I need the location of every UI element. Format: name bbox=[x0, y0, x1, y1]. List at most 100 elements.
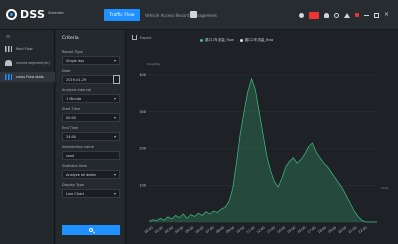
end-time-select[interactable]: 24:00 bbox=[62, 132, 120, 141]
x-tick-label: 04:00 bbox=[174, 226, 184, 235]
chart-icon bbox=[5, 74, 12, 80]
chevron-down-icon bbox=[114, 117, 116, 119]
nav-item-label: cross Flow stats bbox=[16, 75, 44, 79]
tab-traffic-flow[interactable]: Traffic Flow bbox=[104, 9, 140, 21]
criteria-panel: Criteria Report Type Single day Date 201… bbox=[56, 30, 126, 244]
close-icon[interactable]: × bbox=[384, 12, 390, 18]
gear-icon[interactable] bbox=[334, 12, 339, 18]
x-tick-label: 16:00 bbox=[297, 226, 307, 235]
statistics-select[interactable]: Analyze all dates bbox=[62, 170, 120, 179]
report-type-value: Single day bbox=[66, 58, 85, 63]
x-tick-label: 05:00 bbox=[185, 226, 195, 235]
app-edition: Sclientec bbox=[48, 10, 65, 15]
x-tick-label: 14:00 bbox=[276, 226, 286, 235]
x-tick-label: 20:00 bbox=[337, 226, 347, 235]
app-logo: DSS Sclientec bbox=[6, 8, 64, 21]
export-label: Export bbox=[140, 35, 152, 40]
tab-vehicle-access[interactable]: Vehicle Access Record Management bbox=[145, 9, 217, 21]
nav-item-label: record segment(m) bbox=[16, 61, 50, 65]
minimize-icon[interactable] bbox=[364, 14, 369, 16]
collapse-icon[interactable]: ≡ bbox=[6, 34, 10, 40]
x-tick-label: 02:00 bbox=[164, 226, 174, 235]
x-tick-label: 13:00 bbox=[266, 226, 276, 235]
x-tick-label: 19:00 bbox=[327, 226, 337, 235]
x-tick-label: 07:00 bbox=[205, 226, 215, 235]
legend-item-series-1[interactable]: 路口1车流量_flow bbox=[200, 38, 234, 43]
chart-legend: 路口1车流量_flow 路口2车流量_flow bbox=[200, 38, 273, 43]
chevron-down-icon bbox=[114, 193, 116, 195]
interval-label: Analysis Interval bbox=[62, 88, 91, 92]
intersection-value: road bbox=[66, 153, 74, 158]
nav-item-label: Real Flow bbox=[16, 47, 33, 51]
start-time-select[interactable]: 00:00 bbox=[62, 113, 120, 122]
flow-chart: 100 200 300 400 00:00 01:00 02:00 04:00 05:00 06:… bbox=[139, 73, 377, 235]
x-tick-label: 17:00 bbox=[307, 226, 317, 235]
interval-select[interactable]: 1 Minute bbox=[62, 94, 120, 103]
search-icon bbox=[89, 228, 93, 232]
display-type-value: Line Chart bbox=[66, 191, 85, 196]
intersection-label: Intersection name bbox=[62, 145, 94, 149]
start-time-value: 00:00 bbox=[66, 115, 77, 120]
series-area bbox=[149, 78, 377, 222]
calendar-icon[interactable] bbox=[113, 75, 120, 84]
y-tick-label: 400 bbox=[139, 73, 146, 77]
x-tick-label: 00:00 bbox=[144, 226, 154, 235]
chevron-down-icon bbox=[114, 60, 116, 62]
report-type-select[interactable]: Single day bbox=[62, 56, 120, 65]
x-tick-label: 10:00 bbox=[235, 226, 245, 235]
left-navigation: ≡ Real Flow record segment(m) cross Flow… bbox=[0, 30, 55, 244]
date-field[interactable]: 2019-01-29 bbox=[62, 75, 120, 84]
people-icon bbox=[5, 60, 12, 66]
x-tick-label: 18:00 bbox=[317, 226, 327, 235]
legend-dot-icon bbox=[239, 39, 243, 42]
date-label: Date bbox=[62, 69, 71, 73]
y-axis-title: Quantity bbox=[147, 62, 160, 66]
end-time-label: End Time bbox=[62, 126, 79, 130]
display-type-label: Display Type bbox=[62, 183, 85, 187]
x-tick-label: 15:00 bbox=[286, 226, 296, 235]
x-tick-label: 01:00 bbox=[154, 226, 164, 235]
nav-item-real-flow[interactable]: Real Flow bbox=[0, 44, 55, 54]
criteria-title: Criteria bbox=[62, 36, 79, 41]
titlebar-icons: × bbox=[299, 9, 390, 21]
statistics-label: Statistics Item bbox=[62, 164, 88, 168]
x-tick-label: 08:00 bbox=[215, 226, 225, 235]
chevron-down-icon bbox=[114, 174, 116, 176]
legend-label: 路口1车流量_flow bbox=[205, 38, 234, 42]
alarm-badge[interactable] bbox=[309, 11, 319, 19]
interval-value: 1 Minute bbox=[66, 96, 82, 101]
x-tick-label: 21:00 bbox=[348, 226, 358, 235]
add-tab-icon[interactable] bbox=[190, 11, 197, 18]
chart-area: Quantity Time 100 200 300 400 00:00 01:00 02:0… bbox=[127, 44, 398, 244]
logo-icon bbox=[6, 9, 17, 20]
x-tick-label: 11:00 bbox=[246, 226, 256, 235]
x-axis-unit: Time bbox=[381, 186, 389, 190]
chevron-down-icon bbox=[114, 136, 116, 138]
legend-item-series-2[interactable]: 路口2车流量_flow bbox=[239, 38, 274, 43]
display-type-select[interactable]: Line Chart bbox=[62, 189, 120, 198]
y-tick-label: 200 bbox=[139, 147, 146, 151]
legend-dot-icon bbox=[200, 39, 203, 42]
maximize-icon[interactable] bbox=[374, 12, 379, 18]
nav-item-flow-stats[interactable]: cross Flow stats bbox=[0, 72, 55, 82]
y-tick-label: 300 bbox=[139, 110, 146, 114]
chevron-down-icon bbox=[114, 98, 116, 100]
bars-icon bbox=[5, 46, 12, 52]
user-icon[interactable] bbox=[324, 12, 329, 18]
notification-dot-icon bbox=[355, 13, 359, 17]
y-tick-label: 100 bbox=[139, 183, 146, 187]
x-tick-label: 06:00 bbox=[195, 226, 205, 235]
alarm-icon[interactable] bbox=[299, 12, 304, 18]
legend-label: 路口2车流量_flow bbox=[244, 38, 274, 42]
intersection-input[interactable]: road bbox=[62, 151, 120, 160]
search-button[interactable] bbox=[62, 225, 120, 235]
warning-icon[interactable] bbox=[344, 12, 350, 18]
x-tick-label: 12:00 bbox=[256, 226, 266, 235]
nav-item-record-segment[interactable]: record segment(m) bbox=[0, 58, 55, 68]
start-time-label: Start Time bbox=[62, 107, 81, 111]
date-value: 2019-01-29 bbox=[66, 77, 87, 82]
export-button[interactable]: Export bbox=[132, 35, 151, 40]
report-type-label: Report Type bbox=[62, 50, 83, 54]
x-tick-label: 22:00 bbox=[358, 226, 368, 235]
chart-panel: Export 路口1车流量_flow 路口2车流量_flow Quantity … bbox=[127, 30, 398, 244]
